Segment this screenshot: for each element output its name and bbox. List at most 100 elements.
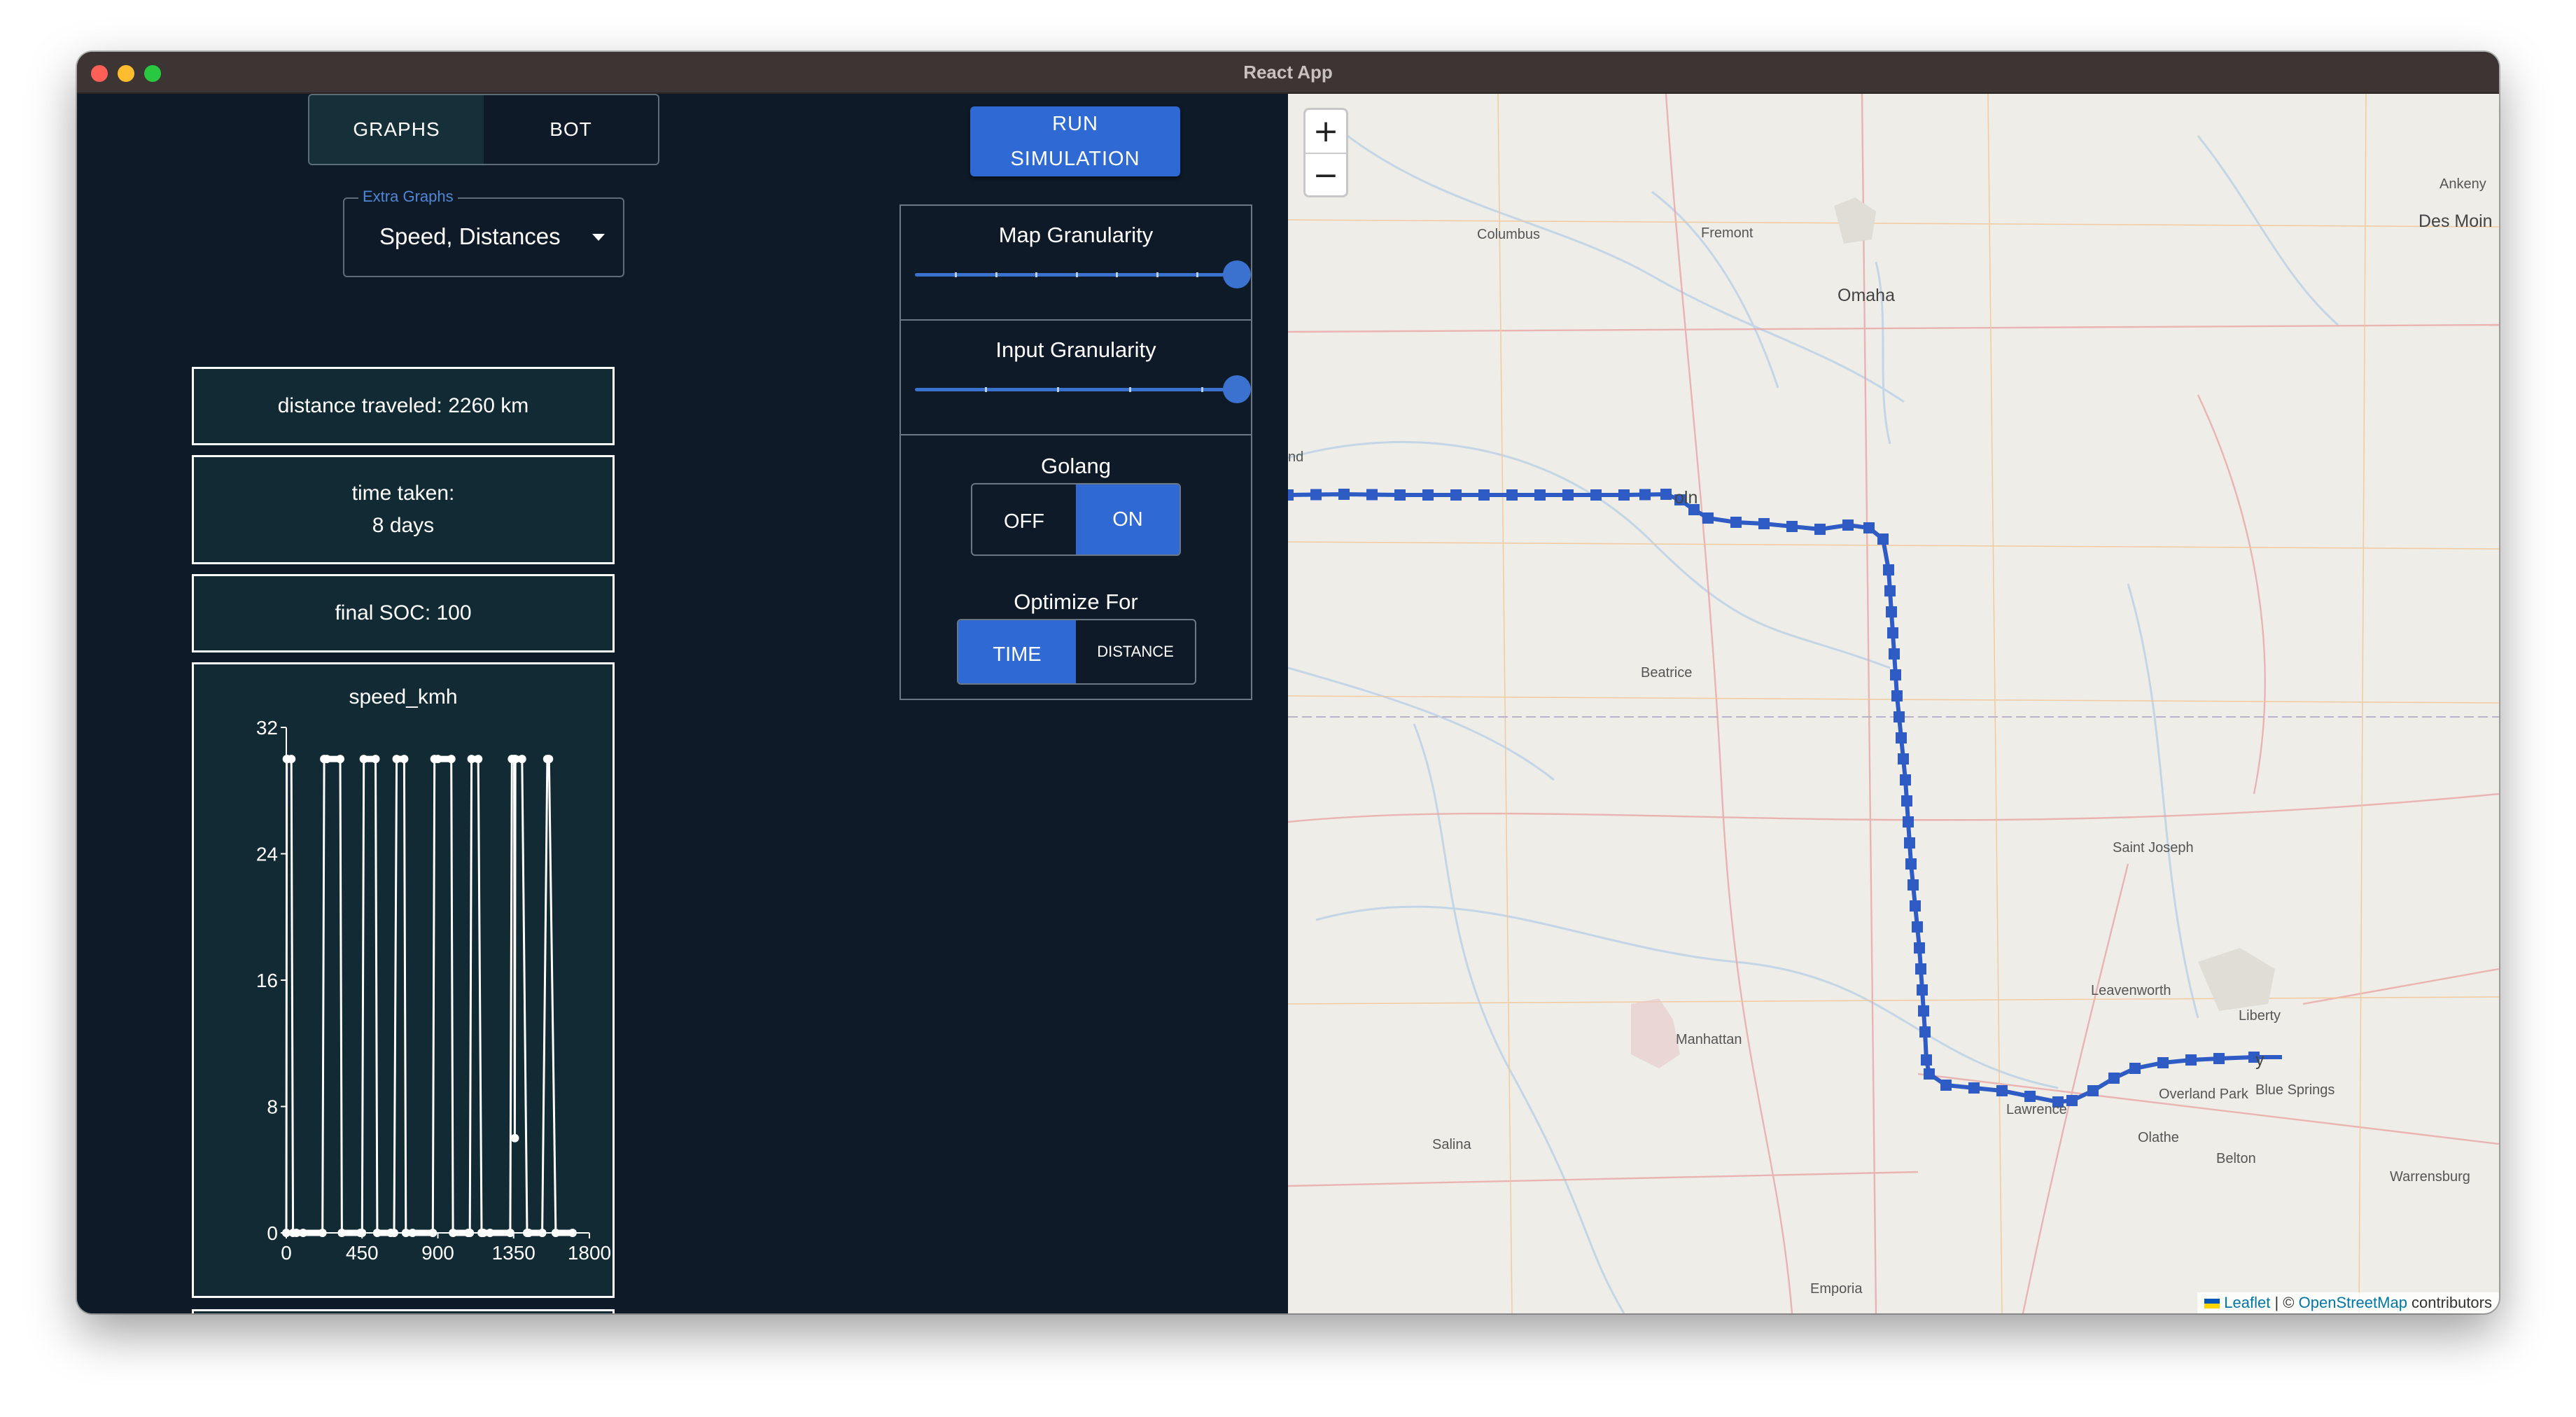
place-label: Liberty <box>2239 1008 2281 1024</box>
optimize-label: Optimize For <box>1014 589 1138 614</box>
route-waypoint <box>1786 521 1798 532</box>
app-window: React App GRAPHS BOT Extra Graphs Speed,… <box>77 52 2499 1313</box>
optimize-toggle: TIME DISTANCE <box>957 619 1196 685</box>
place-label: Columbus <box>1477 227 1541 242</box>
distance-card: distance traveled: 2260 km <box>192 367 615 445</box>
ukraine-flag-icon <box>2204 1299 2220 1309</box>
map-granularity-thumb[interactable] <box>1223 260 1251 288</box>
attribution-separator: | © <box>2270 1294 2299 1311</box>
route-waypoint <box>1366 489 1378 501</box>
route-waypoint <box>1921 1054 1932 1066</box>
route-waypoint <box>2129 1063 2141 1074</box>
zoom-in-button[interactable]: + <box>1306 110 1346 154</box>
speed-chart: 0 8 16 24 32 0 450 900 1350 1800 <box>256 717 611 1264</box>
route-waypoint <box>1562 489 1574 501</box>
input-granularity-thumb[interactable] <box>1223 375 1251 403</box>
tab-graphs[interactable]: GRAPHS <box>309 95 484 164</box>
place-label: Olathe <box>2138 1130 2179 1145</box>
route-waypoint <box>1534 489 1546 501</box>
route-waypoint <box>1618 489 1630 501</box>
speed-line <box>285 758 573 1234</box>
y-tick-label: 16 <box>256 970 278 991</box>
y-tick-label: 8 <box>267 1096 278 1118</box>
zoom-control: + − <box>1303 108 1348 197</box>
x-tick-label: 450 <box>346 1242 379 1264</box>
route-waypoint <box>1288 489 1294 501</box>
place-label: Blue Springs <box>2255 1082 2335 1098</box>
map-attribution: Leaflet | © OpenStreetMap contributors <box>2197 1292 2499 1313</box>
route-waypoint <box>1877 533 1889 545</box>
route-waypoint <box>1919 1026 1931 1038</box>
route-waypoint <box>1918 1005 1929 1017</box>
place-label: y <box>2255 1050 2264 1070</box>
place-label: Lawrence <box>2006 1102 2067 1117</box>
place-label: nd <box>1288 449 1304 465</box>
place-label: Salina <box>1432 1137 1471 1152</box>
route-waypoint <box>1907 879 1919 891</box>
extra-graphs-value: Speed, Distances <box>379 223 561 249</box>
route-waypoint <box>2024 1091 2036 1102</box>
route-waypoint <box>1506 489 1518 501</box>
optimize-distance-button[interactable]: DISTANCE <box>1076 620 1195 683</box>
route-waypoint <box>2185 1054 2197 1066</box>
place-label: Belton <box>2216 1151 2256 1166</box>
route-waypoint <box>1730 517 1742 528</box>
options-panel: Golang OFF ON Optimize For TIME DISTANCE <box>899 434 1252 700</box>
y-tick-label: 0 <box>267 1222 278 1244</box>
map-granularity-slider[interactable] <box>915 260 1251 288</box>
route-waypoint <box>1883 564 1894 575</box>
map-granularity-panel: Map Granularity <box>899 204 1252 321</box>
window-title: React App <box>1243 62 1333 83</box>
extra-graphs-label: Extra Graphs <box>358 188 458 206</box>
time-label: time taken: <box>351 482 455 505</box>
optimize-time-button[interactable]: TIME <box>958 620 1076 683</box>
run-simulation-button[interactable]: RUN SIMULATION <box>970 106 1180 176</box>
leaflet-link[interactable]: Leaflet <box>2224 1294 2270 1311</box>
golang-on-button[interactable]: ON <box>1076 484 1180 554</box>
route-waypoint <box>1893 711 1905 723</box>
speed-point <box>510 1133 519 1143</box>
route-waypoint <box>1310 489 1322 501</box>
route-waypoint <box>1478 489 1490 501</box>
time-card: time taken: 8 days <box>192 455 615 564</box>
route-waypoint <box>1891 690 1903 701</box>
route-waypoint <box>1905 858 1917 870</box>
x-tick-label: 1800 <box>568 1242 611 1264</box>
place-label: Fremont <box>1701 225 1754 241</box>
input-granularity-slider[interactable] <box>915 375 1251 403</box>
attribution-tail: contributors <box>2407 1294 2492 1311</box>
tab-bot[interactable]: BOT <box>484 95 658 164</box>
run-label-line2: SIMULATION <box>1010 148 1140 170</box>
route-waypoint <box>1590 489 1602 501</box>
osm-link[interactable]: OpenStreetMap <box>2299 1294 2407 1311</box>
caret-down-icon <box>592 234 605 241</box>
soc-text: final SOC: 100 <box>335 601 472 624</box>
route-waypoint <box>1896 732 1907 744</box>
route-waypoint <box>1814 524 1826 535</box>
zoom-out-button[interactable]: − <box>1306 154 1346 197</box>
x-tick-label: 900 <box>421 1242 454 1264</box>
route-waypoint <box>1912 921 1923 933</box>
route-waypoint <box>1863 522 1875 533</box>
place-label: Warrensburg <box>2390 1169 2470 1185</box>
route-waypoint <box>1450 489 1462 501</box>
route-waypoint <box>1660 489 1672 500</box>
route-waypoint <box>1917 984 1928 996</box>
time-value: 8 days <box>372 514 435 537</box>
route-waypoint <box>2066 1095 2078 1106</box>
route-waypoint <box>1394 489 1406 501</box>
route-waypoint <box>1702 512 1714 524</box>
route-waypoint <box>1940 1080 1952 1091</box>
route-waypoint <box>1910 900 1921 912</box>
route-waypoint <box>1884 585 1896 596</box>
route-waypoint <box>1968 1082 1980 1094</box>
route-waypoint <box>1842 519 1854 531</box>
route-waypoint <box>2087 1085 2099 1096</box>
place-label: oln <box>1674 488 1698 508</box>
route-waypoint <box>1900 774 1911 786</box>
golang-off-button[interactable]: OFF <box>972 484 1076 554</box>
route-waypoint <box>1898 753 1909 765</box>
route-map[interactable]: Columbus Fremont Omaha Ankeny Des Moin n… <box>1288 94 2499 1313</box>
route-waypoint <box>2108 1073 2120 1084</box>
extra-graphs-select[interactable]: Extra Graphs Speed, Distances <box>343 188 624 277</box>
